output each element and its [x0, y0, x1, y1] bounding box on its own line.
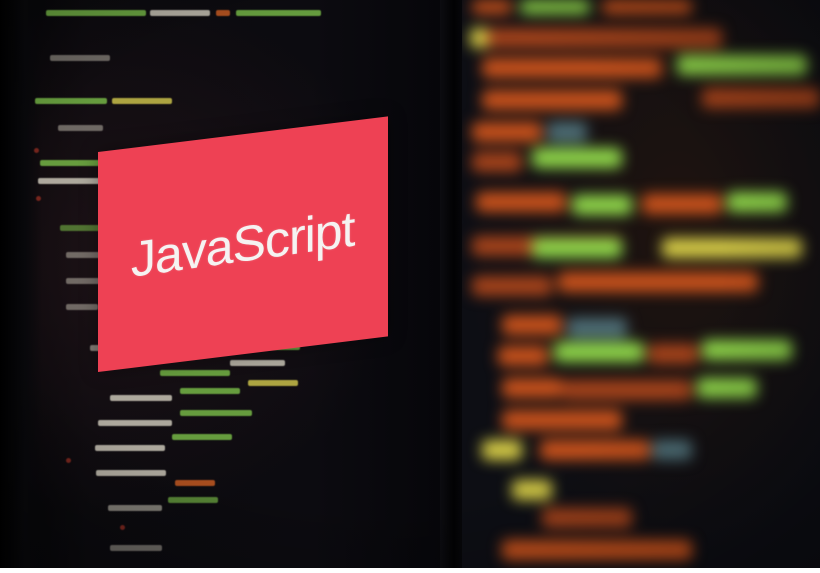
photo: JavaScript: [0, 0, 820, 568]
bottom-strip: [0, 568, 820, 573]
label-text: JavaScript: [131, 200, 355, 288]
blurred-code: [462, 0, 820, 568]
javascript-label: JavaScript: [98, 116, 388, 372]
right-monitor: [462, 0, 820, 568]
